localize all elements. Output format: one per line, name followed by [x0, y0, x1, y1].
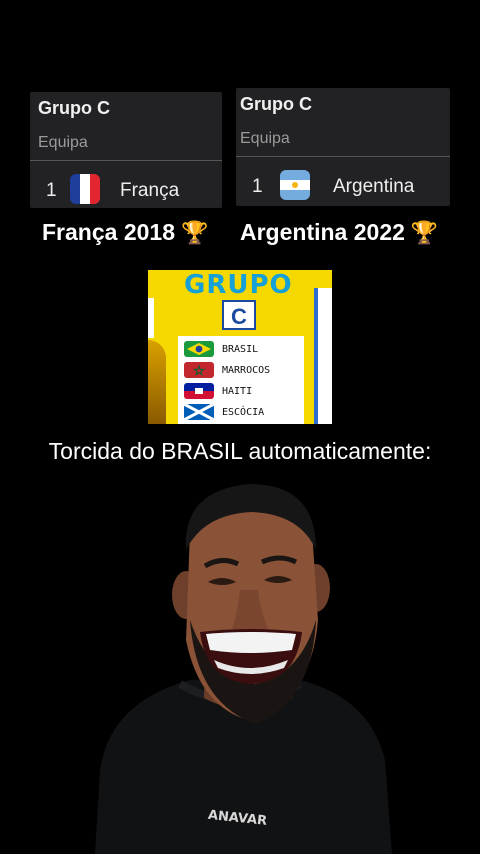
card-column-header: Equipa — [240, 130, 290, 147]
list-item: ESCÓCIA — [184, 402, 264, 422]
caption-text: Argentina 2022 — [240, 219, 405, 245]
list-item: HAITI — [184, 381, 252, 401]
trophy-icon: 🏆 — [180, 220, 209, 245]
caption-france: França 2018 🏆 — [42, 219, 208, 246]
standings-card-france: Grupo C Equipa 1 França — [30, 92, 222, 208]
team-name: ESCÓCIA — [222, 406, 265, 418]
trophy-icon: 🏆 — [410, 220, 439, 245]
list-item: BRASIL — [184, 339, 258, 359]
team-rank: 1 — [252, 176, 263, 197]
team-name: Argentina — [333, 176, 415, 197]
card-divider — [30, 160, 222, 161]
morocco-flag-icon — [184, 362, 214, 378]
headline: Torcida do BRASIL automaticamente: — [48, 438, 432, 464]
team-name: MARROCOS — [222, 364, 271, 376]
card-title: Grupo C — [38, 98, 110, 118]
smiling-man-image: ANAVAR — [95, 484, 392, 854]
scotland-flag-icon — [184, 404, 214, 420]
poster-decoration — [314, 288, 332, 424]
argentina-flag-icon — [280, 170, 310, 200]
poster-decoration — [148, 298, 154, 338]
france-flag-icon — [70, 174, 100, 204]
group-c-poster: GRUPO C BRASIL MARROCOS HAITI ESCÓCIA — [148, 270, 332, 424]
card-column-header: Equipa — [38, 134, 88, 151]
group-letter: C — [222, 300, 256, 330]
poster-heading: GRUPO — [184, 270, 293, 300]
team-name: BRASIL — [222, 343, 259, 355]
list-item: MARROCOS — [184, 360, 270, 380]
world-cup-trophy-icon — [148, 340, 166, 424]
brazil-flag-icon — [184, 341, 214, 357]
haiti-flag-icon — [184, 383, 214, 399]
card-divider — [236, 156, 450, 157]
caption-text: França 2018 — [42, 219, 175, 245]
team-list: BRASIL MARROCOS HAITI ESCÓCIA — [178, 336, 304, 424]
team-name: França — [120, 180, 180, 201]
standings-card-argentina: Grupo C Equipa 1 Argentina — [236, 88, 450, 206]
caption-argentina: Argentina 2022 🏆 — [240, 219, 438, 246]
team-name: HAITI — [222, 385, 253, 397]
team-rank: 1 — [46, 180, 57, 201]
card-title: Grupo C — [240, 94, 312, 114]
